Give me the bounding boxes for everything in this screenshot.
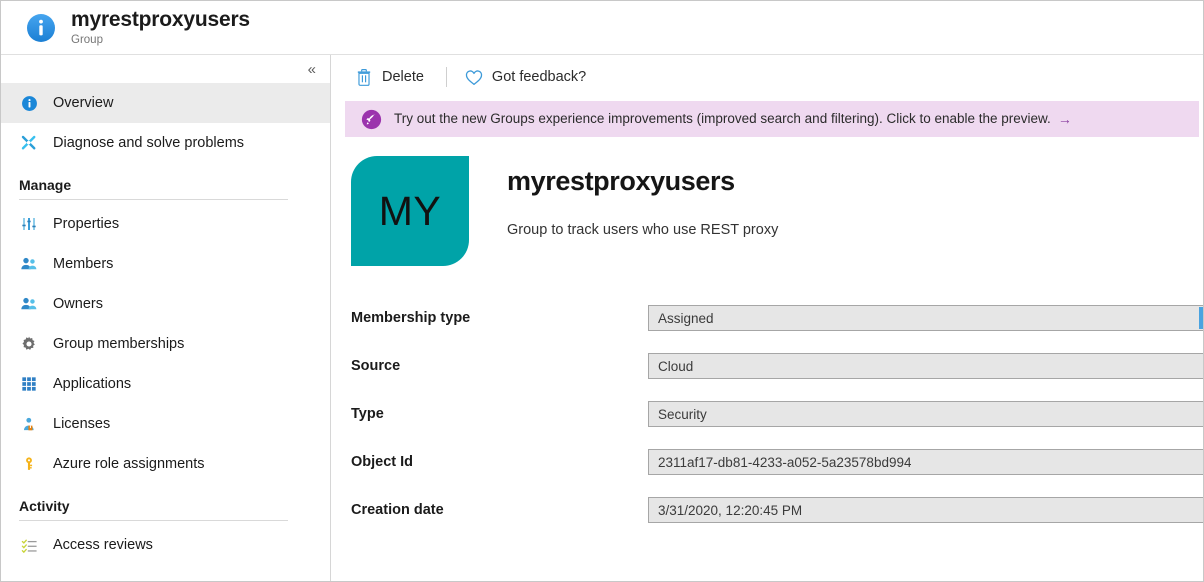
gear-icon bbox=[19, 334, 39, 354]
content-pane: Delete Got feedback? Try out the new Gro… bbox=[331, 55, 1203, 581]
object-id-field[interactable]: 2311af17-db81-4233-a052-5a23578bd994 bbox=[648, 449, 1203, 475]
property-row: Source Cloud bbox=[331, 342, 1203, 390]
sidebar-item-label: Diagnose and solve problems bbox=[53, 135, 245, 151]
sidebar-section-manage: Manage bbox=[1, 163, 330, 200]
sidebar-item-properties[interactable]: Properties bbox=[1, 204, 330, 244]
divider bbox=[19, 520, 288, 521]
people-icon bbox=[19, 294, 39, 314]
property-value: 3/31/2020, 12:20:45 PM bbox=[658, 502, 803, 518]
sidebar-item-label: Members bbox=[53, 256, 114, 272]
page-subtitle: Group bbox=[71, 33, 103, 46]
property-label: Type bbox=[351, 406, 384, 422]
window-body: « Overview Diagnose and solve problems M… bbox=[1, 55, 1203, 581]
command-toolbar: Delete Got feedback? bbox=[331, 55, 1203, 99]
titlebar: myrestproxyusers Group bbox=[1, 1, 1203, 55]
group-description: Group to track users who use REST proxy bbox=[507, 222, 779, 238]
group-header: MY myrestproxyusers Group to track users… bbox=[331, 156, 1203, 266]
property-value: Assigned bbox=[658, 310, 714, 326]
preview-banner[interactable]: Try out the new Groups experience improv… bbox=[345, 101, 1199, 137]
sidebar-item-applications[interactable]: Applications bbox=[1, 364, 330, 404]
sidebar-item-label: Access reviews bbox=[53, 537, 153, 553]
delete-button[interactable]: Delete bbox=[355, 62, 428, 92]
sidebar-item-diagnose-and-solve-problems[interactable]: Diagnose and solve problems bbox=[1, 123, 330, 163]
sidebar-item-overview[interactable]: Overview bbox=[1, 83, 330, 123]
property-row: Creation date 3/31/2020, 12:20:45 PM bbox=[331, 486, 1203, 534]
sidebar: « Overview Diagnose and solve problems M… bbox=[1, 55, 331, 581]
divider bbox=[19, 199, 288, 200]
info-circle-icon bbox=[25, 12, 57, 44]
collapse-chevron-icon[interactable]: « bbox=[308, 62, 316, 77]
creation-date-field[interactable]: 3/31/2020, 12:20:45 PM bbox=[648, 497, 1203, 523]
sliders-icon bbox=[19, 214, 39, 234]
field-accent-bar bbox=[1199, 307, 1203, 329]
arrow-right-icon: → bbox=[1057, 111, 1072, 127]
delete-label: Delete bbox=[382, 69, 424, 85]
sidebar-item-members[interactable]: Members bbox=[1, 244, 330, 284]
grid-apps-icon bbox=[19, 374, 39, 394]
sidebar-item-label: Licenses bbox=[53, 416, 111, 432]
page-title: myrestproxyusers bbox=[71, 7, 250, 31]
property-value: 2311af17-db81-4233-a052-5a23578bd994 bbox=[658, 454, 912, 470]
property-label: Source bbox=[351, 358, 401, 374]
property-row: Membership type Assigned bbox=[331, 294, 1203, 342]
key-icon bbox=[19, 454, 39, 474]
sidebar-item-label: Applications bbox=[53, 376, 132, 392]
toolbar-divider bbox=[445, 67, 447, 87]
property-row: Type Security bbox=[331, 390, 1203, 438]
property-label: Membership type bbox=[351, 310, 471, 326]
wrench-screwdriver-icon bbox=[19, 133, 39, 153]
checklist-icon bbox=[19, 535, 39, 555]
titlebar-text: myrestproxyusers Group bbox=[71, 8, 250, 48]
sidebar-item-azure-role-assignments[interactable]: Azure role assignments bbox=[1, 444, 330, 484]
source-field[interactable]: Cloud bbox=[648, 353, 1203, 379]
sidebar-item-access-reviews[interactable]: Access reviews bbox=[1, 525, 330, 565]
membership-type-field[interactable]: Assigned bbox=[648, 305, 1203, 331]
azure-group-overview-window: myrestproxyusers Group « Overview Diagno… bbox=[0, 0, 1204, 582]
avatar: MY bbox=[351, 156, 469, 266]
sidebar-section-title: Activity bbox=[19, 498, 70, 514]
trash-icon bbox=[355, 68, 373, 86]
property-value: Security bbox=[658, 406, 707, 422]
sidebar-item-label: Overview bbox=[53, 95, 114, 111]
sidebar-item-label: Owners bbox=[53, 296, 103, 312]
got-feedback-button[interactable]: Got feedback? bbox=[465, 62, 590, 92]
sidebar-item-label: Group memberships bbox=[53, 336, 185, 352]
sidebar-item-licenses[interactable]: Licenses bbox=[1, 404, 330, 444]
feedback-label: Got feedback? bbox=[491, 69, 587, 85]
property-value: Cloud bbox=[658, 358, 694, 374]
group-name: myrestproxyusers bbox=[507, 166, 735, 196]
heart-icon bbox=[465, 68, 483, 86]
sidebar-item-label: Properties bbox=[53, 216, 120, 232]
sidebar-collapse-row: « bbox=[1, 55, 330, 83]
property-label: Creation date bbox=[351, 502, 444, 518]
avatar-initials: MY bbox=[378, 187, 442, 234]
group-meta: myrestproxyusers Group to track users wh… bbox=[469, 156, 778, 266]
properties-list: Membership type Assigned Source Cloud Ty… bbox=[331, 294, 1203, 534]
rocket-icon bbox=[361, 109, 382, 130]
sidebar-item-group-memberships[interactable]: Group memberships bbox=[1, 324, 330, 364]
property-label: Object Id bbox=[351, 454, 414, 470]
type-field[interactable]: Security bbox=[648, 401, 1203, 427]
sidebar-section-activity: Activity bbox=[1, 484, 330, 521]
info-circle-icon bbox=[19, 93, 39, 113]
property-row: Object Id 2311af17-db81-4233-a052-5a2357… bbox=[331, 438, 1203, 486]
sidebar-item-label: Azure role assignments bbox=[53, 456, 205, 472]
sidebar-item-owners[interactable]: Owners bbox=[1, 284, 330, 324]
sidebar-section-title: Manage bbox=[19, 177, 72, 193]
people-icon bbox=[19, 254, 39, 274]
preview-banner-text: Try out the new Groups experience improv… bbox=[394, 111, 1051, 126]
person-badge-icon bbox=[19, 414, 39, 434]
